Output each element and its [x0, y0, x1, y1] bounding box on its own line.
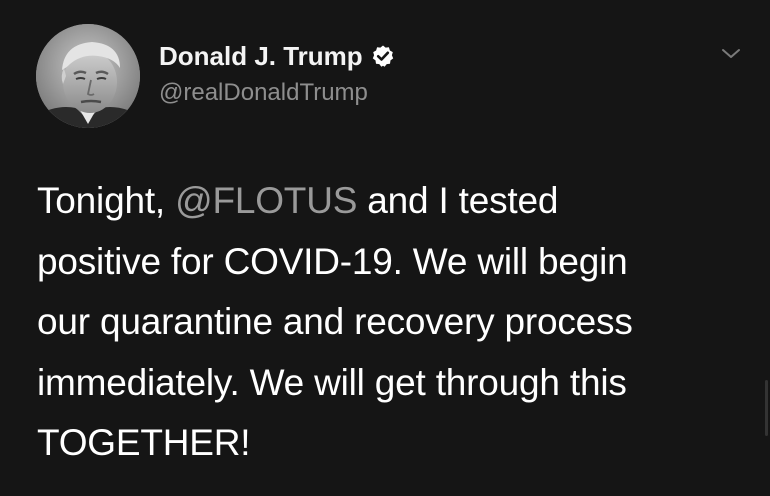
user-handle[interactable]: @realDonaldTrump — [159, 78, 368, 108]
tweet-text-segment: Tonight, — [37, 180, 176, 221]
tweet-line-3: our quarantine and recovery process — [37, 301, 633, 342]
tweet-text: Tonight, @FLOTUS and I tested positive f… — [37, 171, 757, 474]
tweet-line-5: TOGETHER! — [37, 422, 251, 463]
tweet-text-segment: and I tested — [357, 180, 559, 221]
display-name[interactable]: Donald J. Trump — [159, 40, 395, 75]
avatar[interactable] — [36, 24, 140, 128]
verified-badge-icon — [371, 43, 395, 75]
tweet-line-1: Tonight, @FLOTUS and I tested — [37, 171, 757, 232]
display-name-text: Donald J. Trump — [159, 41, 363, 71]
tweet-line-2: positive for COVID-19. We will begin — [37, 240, 628, 282]
mention-link[interactable]: @FLOTUS — [175, 180, 357, 221]
tweet-line-4: immediately. We will get through this — [37, 361, 627, 403]
profile-photo-icon — [36, 24, 140, 128]
tweet-card: Donald J. Trump @realDonaldTrump Tonight… — [0, 0, 770, 496]
chevron-down-icon[interactable] — [720, 46, 742, 62]
scrollbar[interactable] — [765, 380, 768, 436]
